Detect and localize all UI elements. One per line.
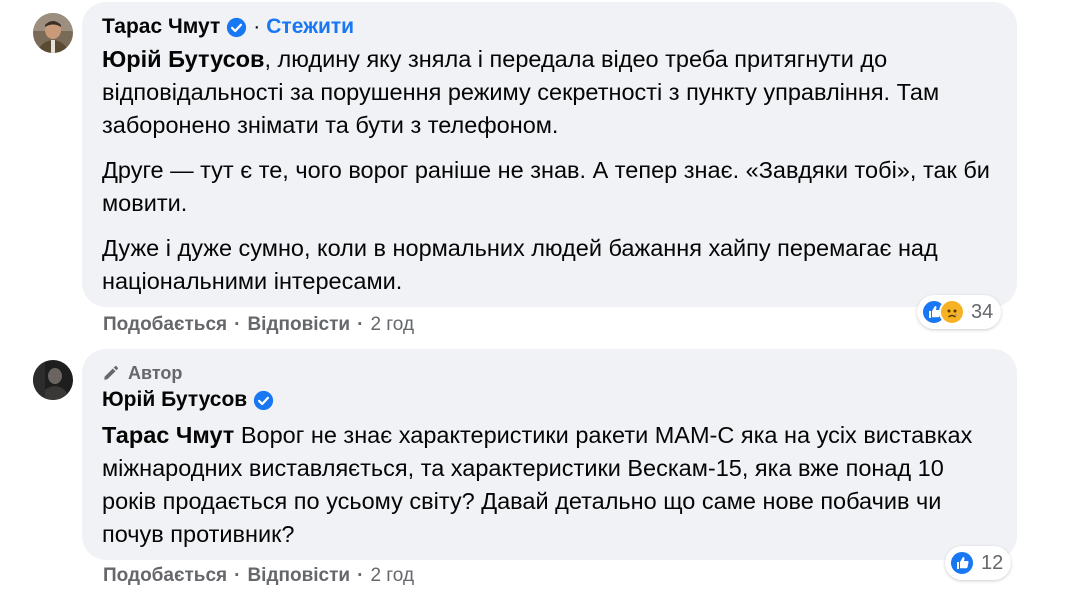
timestamp[interactable]: 2 год	[370, 565, 414, 587]
comment-header: Юрій Бутусов	[102, 387, 997, 413]
comment-paragraph: Юрій Бутусов, людину яку зняла і передал…	[102, 43, 997, 142]
like-action[interactable]: Подобається	[103, 565, 227, 587]
author-name[interactable]: Тарас Чмут	[102, 15, 220, 39]
comment-paragraph: Друге — тут є те, чого ворог раніше не з…	[102, 157, 990, 216]
mention-link[interactable]: Тарас Чмут	[102, 422, 234, 448]
comment-actions: Подобається · Відповісти · 2 год	[103, 314, 414, 336]
comment-bubble: Тарас Чмут · Стежити Юрій Бутусов, людин…	[82, 2, 1017, 307]
comment-paragraph: Тарас Чмут Ворог не знає характеристики …	[102, 419, 997, 551]
separator-dot: ·	[234, 565, 241, 586]
follow-button[interactable]: Стежити	[266, 15, 354, 39]
author-name[interactable]: Юрій Бутусов	[102, 388, 247, 412]
comment-actions: Подобається · Відповісти · 2 год	[103, 565, 414, 587]
reaction-count: 12	[981, 551, 1004, 574]
avatar-photo	[33, 13, 73, 53]
like-icon	[949, 550, 975, 576]
like-action[interactable]: Подобається	[103, 314, 227, 336]
avatar[interactable]	[33, 13, 73, 53]
reply-action[interactable]: Відповісти	[247, 314, 350, 336]
author-badge: Автор	[102, 359, 997, 387]
timestamp[interactable]: 2 год	[370, 314, 414, 336]
avatar[interactable]	[33, 360, 73, 400]
comment-header: Тарас Чмут · Стежити	[102, 12, 997, 42]
pencil-icon	[104, 365, 119, 380]
mention-link[interactable]: Юрій Бутусов	[102, 46, 264, 72]
verified-badge-icon	[227, 17, 247, 37]
comment-bubble: Автор Юрій Бутусов Тарас Чмут Ворог не з…	[82, 349, 1017, 560]
separator-dot: ·	[357, 314, 364, 335]
verified-badge-icon	[254, 390, 274, 410]
avatar-photo	[33, 360, 73, 400]
reply-action[interactable]: Відповісти	[247, 565, 350, 587]
comment-paragraph: Дуже і дуже сумно, коли в нормальних люд…	[102, 235, 938, 294]
separator-dot: ·	[234, 314, 241, 335]
author-badge-label: Автор	[128, 362, 183, 383]
reactions-summary[interactable]: 34	[917, 295, 1002, 329]
separator-dot: ·	[357, 565, 364, 586]
sad-icon	[939, 299, 965, 325]
separator-dot: ·	[253, 15, 261, 38]
reactions-summary[interactable]: 12	[945, 546, 1012, 580]
reaction-count: 34	[971, 300, 994, 323]
